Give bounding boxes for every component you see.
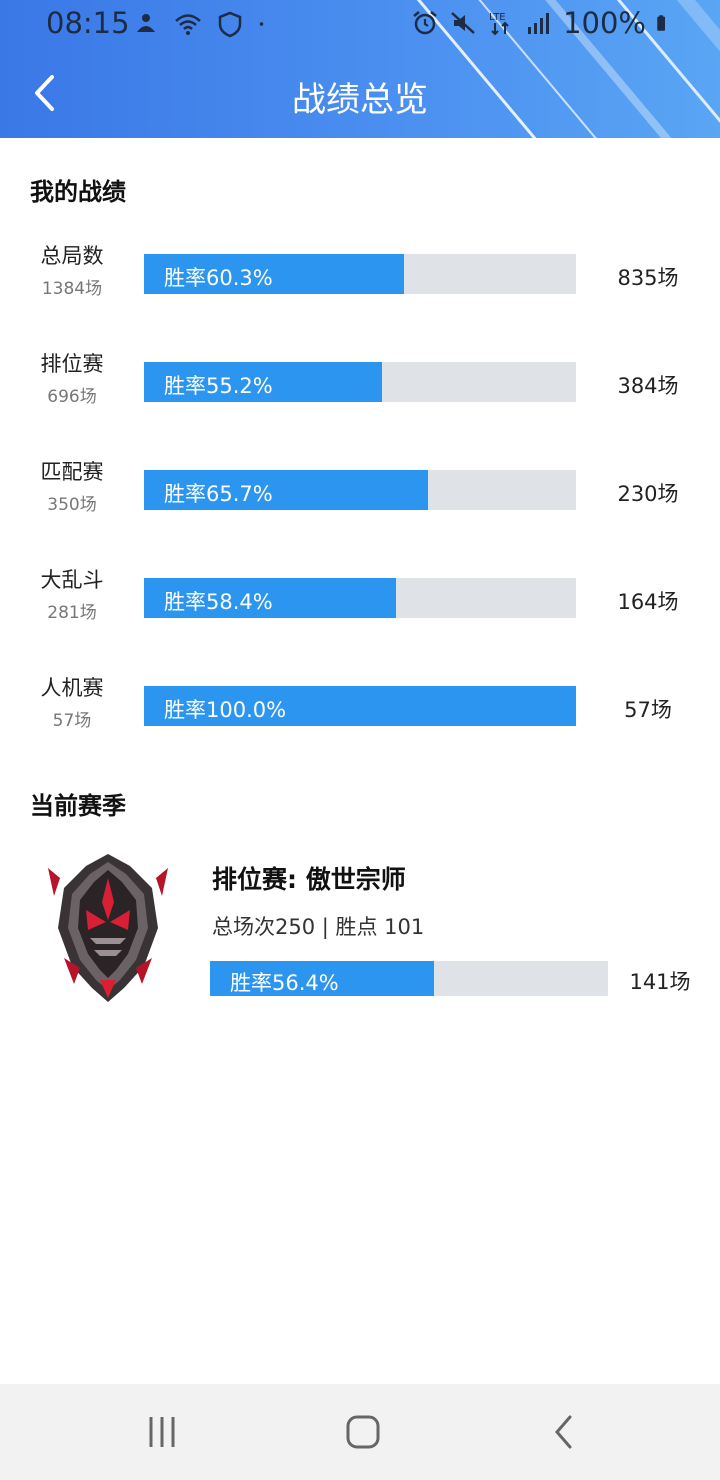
status-left-icons [132,10,272,38]
game-icon [137,14,155,32]
win-rate-text: 胜率55.2% [164,374,273,398]
win-rate-text: 胜率58.4% [164,590,273,614]
section-title-current-season: 当前赛季 [30,792,126,820]
home-button[interactable] [333,1408,393,1456]
nav-back-button[interactable] [534,1408,594,1456]
win-rate-bar: 胜率100.0% [144,686,576,726]
stat-row-normal[interactable]: 匹配赛 350场 胜率65.7% 230场 [0,456,720,526]
shield-icon [218,11,242,38]
win-count: 835场 [617,266,679,290]
stat-label: 大乱斗 [40,568,104,592]
stat-sub: 57场 [52,711,92,731]
section-title-my-stats: 我的战绩 [30,178,126,206]
win-rate-text: 胜率65.7% [164,482,273,506]
season-win-rate-bar: 胜率56.4% [210,961,608,996]
win-count: 384场 [617,374,679,398]
win-rate-bar: 胜率55.2% [144,362,576,402]
win-count: 57场 [624,698,672,722]
mute-icon [451,12,475,34]
lte-icon: LTE [489,12,509,36]
win-rate-bar: 胜率65.7% [144,470,576,510]
app-header: 08:15 LTE 100% 战绩总览 [0,0,720,138]
recent-apps-button[interactable] [132,1408,192,1456]
win-rate-bar: 胜率58.4% [144,578,576,618]
page-title: 战绩总览 [292,80,428,120]
battery-icon [657,15,665,31]
battery-percent: 100% [563,6,646,40]
stat-label: 匹配赛 [40,460,104,484]
system-nav-bar [0,1384,720,1480]
stat-row-total[interactable]: 总局数 1384场 胜率60.3% 835场 [0,240,720,310]
stat-sub: 350场 [47,495,97,515]
stat-label: 总局数 [40,244,104,268]
status-time: 08:15 [46,6,130,40]
status-bar: 08:15 LTE 100% [0,0,720,50]
alarm-icon [413,11,437,35]
win-rate-text: 胜率100.0% [164,698,287,722]
win-count: 164场 [617,590,679,614]
stat-sub: 696场 [47,387,97,407]
win-count: 230场 [617,482,679,506]
win-rate-text: 胜率60.3% [164,266,273,290]
season-rank-title: 排位赛: 傲世宗师 [212,865,406,894]
svg-text:LTE: LTE [489,12,506,23]
stat-row-ranked[interactable]: 排位赛 696场 胜率55.2% 384场 [0,348,720,418]
recent-apps-icon [149,1417,175,1447]
dot-icon [259,22,264,26]
win-rate-bar: 胜率60.3% [144,254,576,294]
grandmaster-emblem-icon[interactable] [40,848,176,1004]
status-right: LTE 100% [411,6,674,40]
title-bar: 战绩总览 [0,50,720,138]
home-icon [346,1415,380,1449]
season-win-rate-text: 胜率56.4% [230,971,339,995]
signal-icon [528,13,550,34]
season-win-count: 141场 [629,970,691,994]
stat-sub: 1384场 [41,279,103,299]
season-detail: 总场次250 | 胜点 101 [212,915,425,939]
stat-row-bot[interactable]: 人机赛 57场 胜率100.0% 57场 [0,672,720,742]
stat-row-aram[interactable]: 大乱斗 281场 胜率58.4% 164场 [0,564,720,634]
back-icon [555,1415,572,1449]
stat-label: 排位赛 [40,352,104,376]
wifi-icon [175,14,201,35]
stat-sub: 281场 [47,603,97,623]
stat-label: 人机赛 [40,676,104,700]
